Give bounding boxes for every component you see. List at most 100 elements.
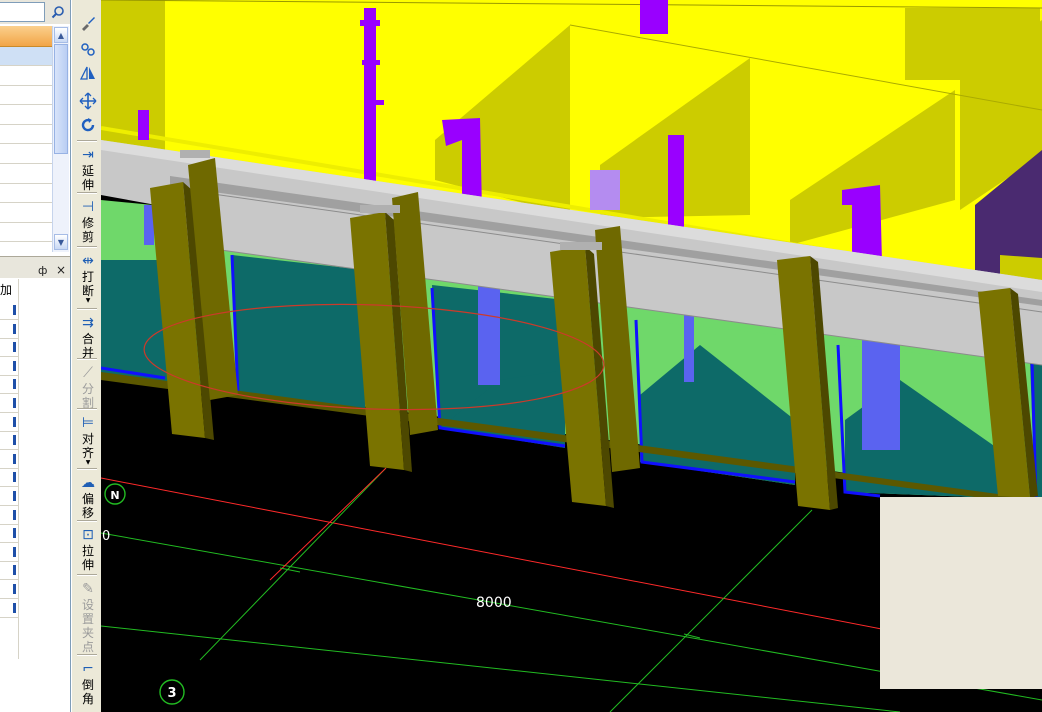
toolbar-label-char: 偏 [81, 492, 94, 506]
copy-tool-button[interactable] [77, 40, 99, 58]
left-panel: ▲ ▼ ф × 加 [0, 0, 71, 712]
search-input[interactable] [0, 2, 45, 22]
property-marker [13, 546, 16, 557]
property-row[interactable] [0, 506, 18, 525]
property-row[interactable] [0, 543, 18, 562]
property-row[interactable] [0, 338, 18, 358]
dimension-label: 8000 [476, 595, 512, 611]
toolbar-separator [77, 654, 97, 656]
toolbar-label-char: 夹 [81, 626, 94, 640]
property-marker [13, 342, 16, 353]
property-marker [13, 453, 16, 464]
list-item[interactable] [0, 125, 52, 145]
axis-label-cut: 0 [102, 529, 110, 544]
toolbar-label-char: 打 [81, 270, 94, 284]
toolbar-label-char: 置 [81, 612, 94, 626]
list-item[interactable] [0, 144, 52, 164]
scroll-down-button[interactable]: ▼ [54, 234, 68, 250]
property-marker [13, 323, 16, 334]
dropdown-arrow-icon: ▼ [85, 297, 91, 304]
property-row[interactable] [0, 301, 18, 320]
dropdown-arrow-icon: ▼ [85, 459, 91, 466]
property-marker [13, 416, 16, 427]
list-scrollbar[interactable]: ▲ ▼ [52, 26, 69, 252]
list-item[interactable] [0, 105, 52, 125]
toolbar-label-char: 分 [81, 382, 94, 396]
brush-tool-button[interactable] [77, 14, 99, 32]
property-marker [13, 528, 16, 539]
stretch-button[interactable]: ⊡ 拉伸 [77, 526, 99, 572]
property-marker [13, 602, 16, 613]
toolbar-label-char: 剪 [81, 230, 94, 244]
rotate-icon [81, 118, 95, 132]
toolbar-label-char: 对 [81, 432, 94, 446]
property-row[interactable] [0, 413, 18, 432]
split-button[interactable]: ⟋ 分割 [77, 364, 99, 410]
property-row[interactable] [0, 394, 18, 413]
property-row[interactable] [0, 320, 18, 339]
list-item[interactable] [0, 66, 52, 86]
component-list[interactable] [0, 26, 52, 262]
brush-icon [82, 17, 95, 31]
list-item[interactable] [0, 223, 52, 243]
chamfer-icon: ⌐ [82, 661, 94, 677]
property-marker [13, 509, 16, 520]
property-marker [13, 398, 16, 408]
list-header[interactable] [0, 26, 52, 47]
property-header-label: 加 [0, 283, 13, 297]
move-tool-button[interactable] [77, 92, 99, 110]
list-item[interactable] [0, 86, 52, 106]
grip-icon: ✎ [82, 581, 94, 597]
offset-button[interactable]: ☁ 偏移 [77, 474, 99, 520]
floating-panel[interactable] [880, 497, 1042, 689]
toolbar-label-char: 设 [81, 598, 94, 612]
property-row[interactable] [0, 431, 18, 451]
extend-button[interactable]: ⇥ 延伸 [77, 146, 99, 192]
toolbar-label-char: 合 [81, 332, 94, 346]
toolbar-label-char: 修 [81, 216, 94, 230]
property-row[interactable] [0, 580, 18, 599]
scroll-up-button[interactable]: ▲ [54, 27, 68, 43]
list-item[interactable] [0, 203, 52, 223]
toolbar-separator [77, 246, 97, 248]
properties-panel: 加 [0, 279, 70, 659]
align-button[interactable]: ⊨ 对齐 ▼ [77, 414, 99, 466]
search-button[interactable] [48, 2, 68, 22]
toolbar-separator [77, 192, 97, 194]
property-row[interactable] [0, 468, 18, 488]
property-row[interactable] [0, 487, 18, 506]
toolbar-separator [77, 140, 97, 142]
property-row[interactable] [0, 357, 18, 376]
toolbar-separator [77, 574, 97, 576]
mirror-tool-button[interactable] [77, 64, 99, 82]
toolbar-label-char: 拉 [81, 544, 94, 558]
toolbar-separator [77, 308, 97, 310]
stretch-icon: ⊡ [82, 527, 94, 543]
merge-button[interactable]: ⇉ 合并 [77, 314, 99, 360]
property-row[interactable] [0, 561, 18, 581]
toolbar-label-char: 齐 [81, 446, 94, 460]
property-row[interactable] [0, 524, 18, 544]
chamfer-button[interactable]: ⌐ 倒角 [77, 660, 99, 706]
axis-label-3: 3 [167, 686, 176, 701]
rotate-tool-button[interactable] [77, 116, 99, 134]
trim-icon: ⊣ [81, 199, 95, 215]
property-marker [13, 435, 16, 446]
merge-icon: ⇉ [82, 315, 94, 331]
toolbar-label-char: 点 [81, 640, 94, 654]
trim-button[interactable]: ⊣ 修剪 [77, 198, 99, 244]
list-item[interactable] [0, 184, 52, 204]
property-row[interactable] [0, 375, 18, 395]
property-row[interactable] [0, 599, 18, 618]
list-item-selected[interactable] [0, 47, 52, 66]
property-marker [13, 305, 16, 315]
list-item[interactable] [0, 164, 52, 184]
scroll-thumb[interactable] [54, 44, 68, 154]
pin-icon[interactable]: ф [38, 264, 47, 277]
property-marker [13, 565, 16, 576]
property-row[interactable] [0, 450, 18, 469]
set-grip-button[interactable]: ✎ 设置夹点 [77, 580, 99, 654]
break-button[interactable]: ⇹ 打断 ▼ [77, 252, 99, 304]
close-icon[interactable]: × [56, 263, 66, 277]
toolbar-label-char: 延 [81, 164, 94, 178]
